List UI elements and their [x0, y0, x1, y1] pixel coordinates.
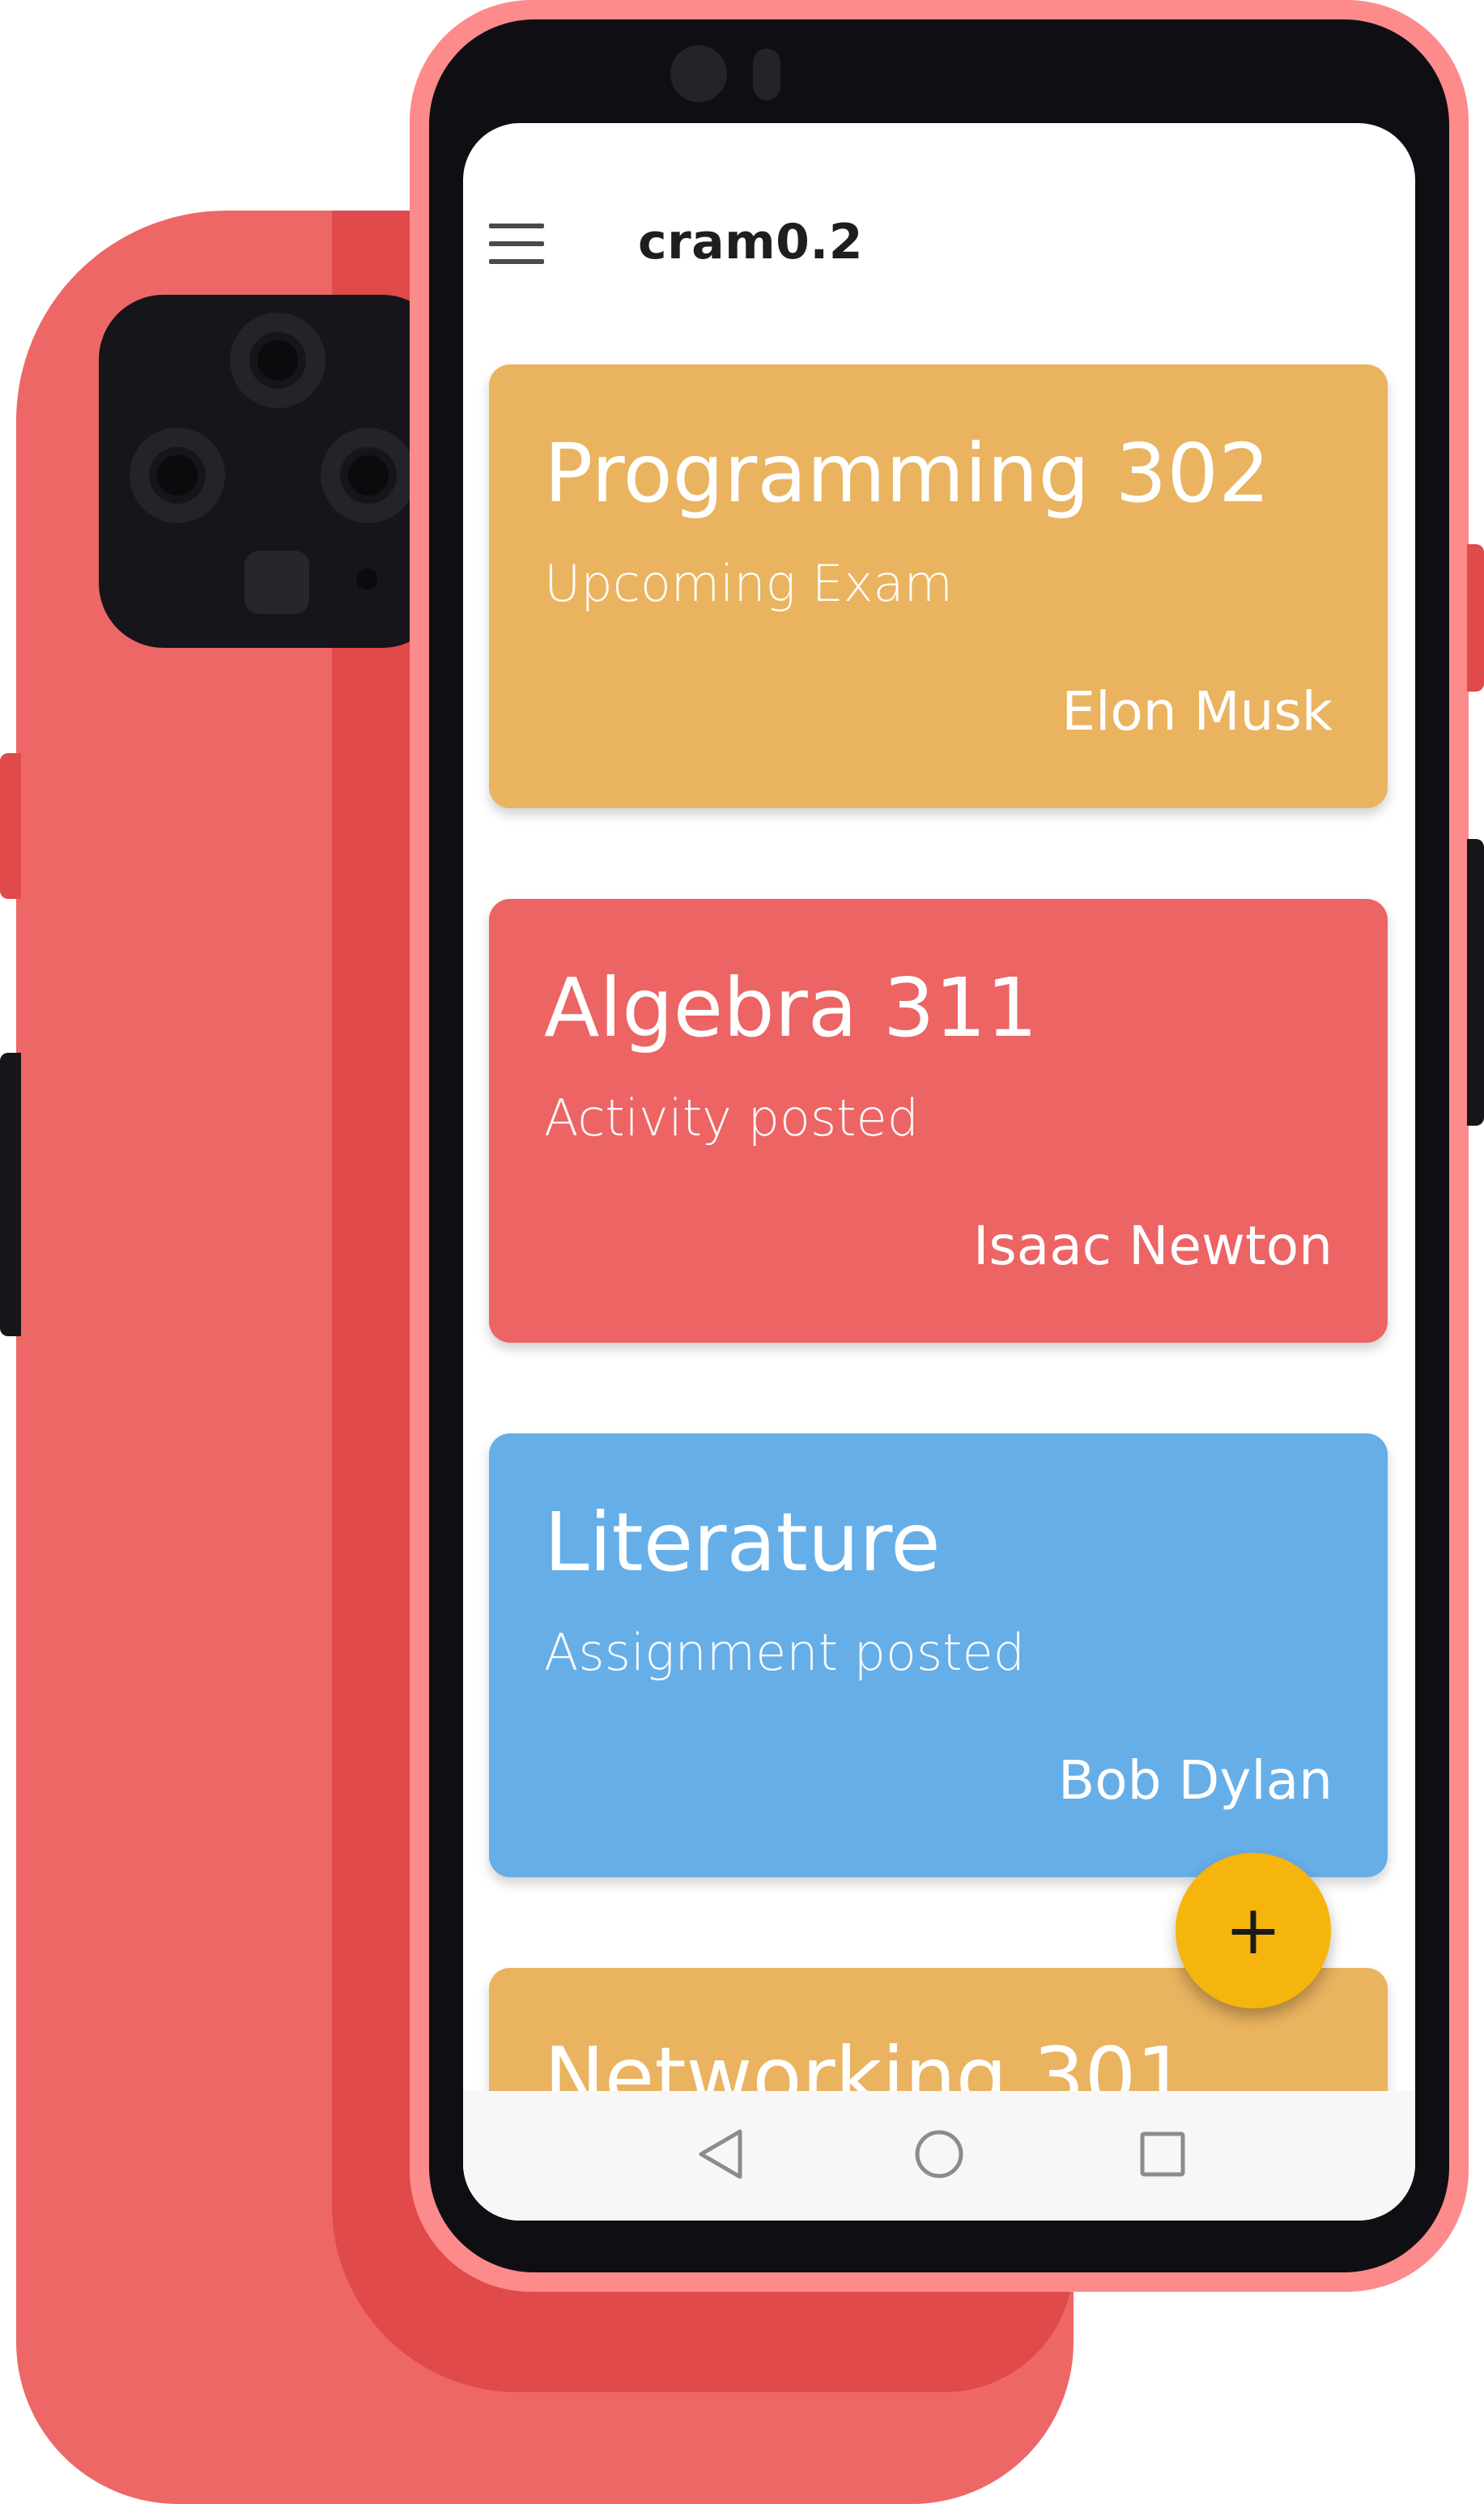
app-screen: cram0.2 Programming 302 Upcoming Exam El… [463, 123, 1415, 2221]
camera-lens-icon [230, 313, 325, 408]
course-card[interactable]: Programming 302 Upcoming Exam Elon Musk [489, 364, 1388, 808]
course-title: Programming 302 [544, 426, 1270, 521]
camera-lens-icon [130, 428, 225, 523]
hamburger-menu-icon[interactable] [489, 224, 544, 264]
camera-lens-icon [321, 428, 416, 523]
power-button [1467, 839, 1484, 1126]
triangle-back-icon[interactable] [690, 2122, 755, 2187]
camera-sensor [244, 551, 309, 614]
course-status: Activity posted [544, 1088, 919, 1148]
front-camera-icon [670, 45, 727, 102]
app-title: cram0.2 [638, 214, 863, 270]
front-sensor [753, 49, 780, 100]
android-nav-bar [463, 2091, 1415, 2221]
back-phone-button [0, 1053, 21, 1336]
circle-home-icon[interactable] [907, 2122, 972, 2187]
course-card[interactable]: Literature Assignment posted Bob Dylan [489, 1433, 1388, 1877]
volume-button [1467, 544, 1484, 692]
add-course-button[interactable]: + [1176, 1853, 1331, 2008]
course-teacher: Bob Dylan [1057, 1749, 1333, 1812]
course-card[interactable]: Algebra 311 Activity posted Isaac Newton [489, 899, 1388, 1343]
back-phone-button [0, 753, 21, 899]
plus-icon: + [1224, 1890, 1282, 1970]
course-status: Assignment posted [544, 1623, 1025, 1682]
camera-flash-dot [356, 569, 377, 590]
course-teacher: Isaac Newton [972, 1215, 1333, 1277]
course-status: Upcoming Exam [544, 554, 953, 613]
course-title: Algebra 311 [544, 960, 1038, 1055]
course-title: Literature [544, 1495, 941, 1590]
square-recents-icon[interactable] [1130, 2122, 1195, 2187]
course-teacher: Elon Musk [1061, 680, 1333, 743]
